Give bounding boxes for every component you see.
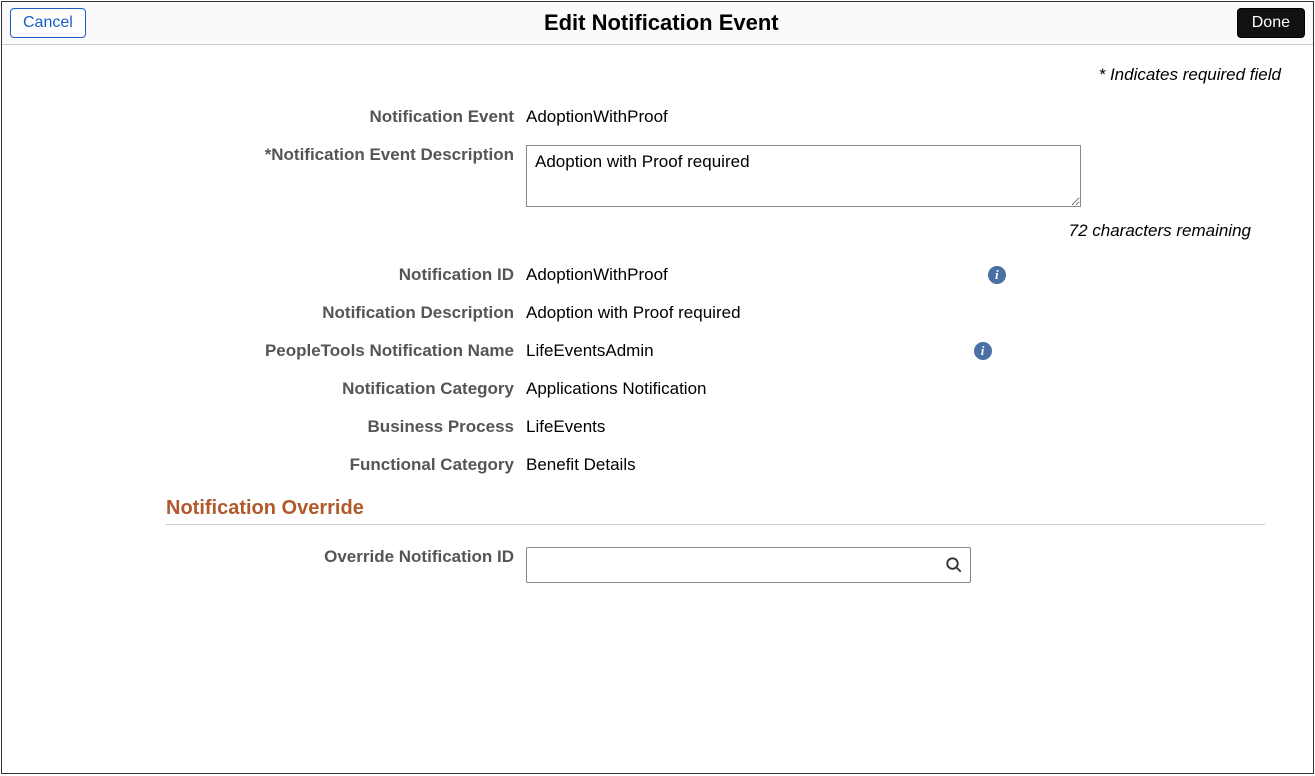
label-pt-notification-name: PeopleTools Notification Name [26, 337, 526, 361]
label-business-process: Business Process [26, 413, 526, 437]
characters-remaining: 72 characters remaining [26, 221, 1289, 241]
value-notification-id: AdoptionWithProof [526, 265, 668, 285]
header-bar: Cancel Edit Notification Event Done [2, 2, 1313, 45]
info-icon[interactable]: i [988, 266, 1006, 284]
row-functional-category: Functional Category Benefit Details [26, 451, 1289, 475]
label-functional-category: Functional Category [26, 451, 526, 475]
notification-override-header: Notification Override [166, 497, 1149, 520]
override-notification-id-input[interactable] [526, 547, 971, 583]
label-notification-event: Notification Event [26, 103, 526, 127]
notification-event-description-input[interactable] [526, 145, 1081, 207]
row-pt-notification-name: PeopleTools Notification Name LifeEvents… [26, 337, 1289, 361]
row-business-process: Business Process LifeEvents [26, 413, 1289, 437]
row-notification-description: Notification Description Adoption with P… [26, 299, 1289, 323]
value-functional-category: Benefit Details [526, 451, 1289, 475]
search-icon[interactable] [945, 556, 963, 574]
value-notification-event: AdoptionWithProof [526, 103, 1289, 127]
done-button[interactable]: Done [1237, 8, 1305, 38]
value-pt-notification-name: LifeEventsAdmin [526, 341, 654, 361]
cancel-button[interactable]: Cancel [10, 8, 86, 38]
label-override-notification-id: Override Notification ID [26, 543, 526, 567]
label-notification-description: Notification Description [26, 299, 526, 323]
label-notification-id: Notification ID [26, 261, 526, 285]
main-container: Cancel Edit Notification Event Done * In… [1, 1, 1314, 774]
page-title: Edit Notification Event [86, 10, 1237, 36]
required-field-note: * Indicates required field [26, 65, 1289, 85]
row-override-notification-id: Override Notification ID [26, 543, 1289, 583]
row-notification-event-description: *Notification Event Description [26, 141, 1289, 207]
row-notification-event: Notification Event AdoptionWithProof [26, 103, 1289, 127]
row-notification-id: Notification ID AdoptionWithProof i [26, 261, 1289, 285]
value-notification-event-description [526, 141, 1289, 207]
info-icon[interactable]: i [974, 342, 992, 360]
label-notification-event-description: *Notification Event Description [26, 141, 526, 165]
label-notification-category: Notification Category [26, 375, 526, 399]
section-divider [166, 524, 1265, 525]
row-notification-category: Notification Category Applications Notif… [26, 375, 1289, 399]
content-area: * Indicates required field Notification … [2, 45, 1313, 583]
override-input-wrap [526, 547, 971, 583]
value-business-process: LifeEvents [526, 413, 1289, 437]
value-notification-description: Adoption with Proof required [526, 299, 1289, 323]
value-notification-category: Applications Notification [526, 375, 1289, 399]
